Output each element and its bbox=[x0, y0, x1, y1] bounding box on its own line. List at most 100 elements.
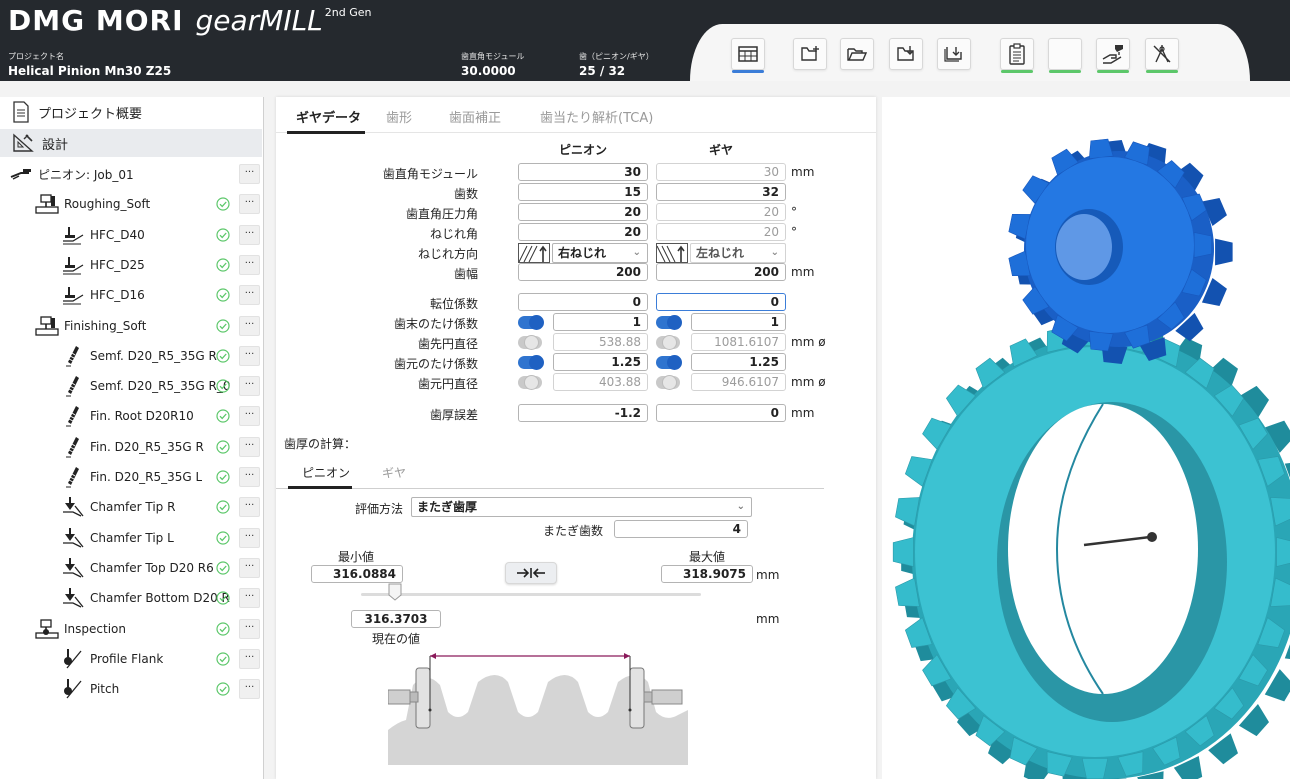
gear-param-input[interactable]: 32 bbox=[656, 183, 786, 201]
tree-item[interactable]: Chamfer Bottom D20 R ··· bbox=[0, 584, 262, 612]
pinion-param-input[interactable]: -1.2 bbox=[518, 404, 648, 422]
tree-item-label: ピニオン: Job_01 bbox=[38, 167, 134, 182]
save-folder-icon bbox=[897, 46, 914, 61]
tree-item[interactable]: Inspection ··· bbox=[0, 615, 262, 643]
pinion-toggle[interactable] bbox=[518, 335, 542, 350]
eval-method-value: またぎ歯厚 bbox=[417, 500, 478, 514]
tree-item[interactable]: Profile Flank ··· bbox=[0, 645, 262, 673]
pinion-param-input[interactable]: 30 bbox=[518, 163, 648, 181]
tree-item-more-button[interactable]: ··· bbox=[239, 557, 260, 578]
span-count-input[interactable]: 4 bbox=[614, 520, 748, 538]
tree-item[interactable]: Fin. Root D20R10 ··· bbox=[0, 402, 262, 430]
tab-tca[interactable]: 歯当たり解析(TCA) bbox=[540, 107, 653, 126]
tree-item-label: Roughing_Soft bbox=[64, 197, 151, 212]
tree-item[interactable]: Pitch ··· bbox=[0, 675, 262, 703]
pinion-toggle[interactable] bbox=[518, 315, 544, 330]
measurement-button[interactable] bbox=[1145, 38, 1179, 73]
tree-item[interactable]: Fin. D20_R5_35G L ··· bbox=[0, 463, 262, 491]
param-unit: mm bbox=[791, 406, 815, 420]
tree-item[interactable]: HFC_D16 ··· bbox=[0, 281, 262, 309]
tree-item[interactable]: Chamfer Tip R ··· bbox=[0, 493, 262, 521]
gear-3d-viewport[interactable] bbox=[882, 97, 1290, 779]
tree-item-more-button[interactable]: ··· bbox=[239, 164, 260, 184]
tree-item-more-button[interactable]: ··· bbox=[239, 527, 260, 548]
blank-tool-button[interactable] bbox=[1048, 38, 1082, 73]
gear-toggle[interactable] bbox=[656, 355, 682, 370]
tree-item-more-button[interactable]: ··· bbox=[239, 376, 260, 397]
pinion-toggle[interactable] bbox=[518, 375, 542, 390]
gear-param-input[interactable]: 200 bbox=[656, 263, 786, 281]
tree-item-more-button[interactable]: ··· bbox=[239, 679, 260, 700]
tab-tooth-profile[interactable]: 歯形 bbox=[386, 107, 412, 126]
subtab-gear[interactable]: ギヤ bbox=[382, 464, 406, 481]
tree-item-more-button[interactable]: ··· bbox=[239, 224, 260, 245]
gear-param-input[interactable]: 0 bbox=[656, 293, 786, 311]
product-generation: 2nd Gen bbox=[324, 6, 372, 19]
pinion-toggle[interactable] bbox=[518, 355, 544, 370]
fit-range-button[interactable] bbox=[505, 562, 557, 584]
open-project-button[interactable] bbox=[840, 38, 874, 70]
tree-item[interactable]: Semf. D20_R5_35G R_0 ··· bbox=[0, 372, 262, 400]
nav-design[interactable]: 設計 bbox=[0, 129, 262, 157]
subtab-pinion[interactable]: ピニオン bbox=[302, 464, 350, 481]
tree-item[interactable]: Finishing_Soft ··· bbox=[0, 312, 262, 340]
gear-param-input: 20 bbox=[656, 223, 786, 241]
tree-item[interactable]: HFC_D40 ··· bbox=[0, 221, 262, 249]
gear-toggle[interactable] bbox=[656, 315, 682, 330]
save-project-button[interactable] bbox=[889, 38, 923, 70]
machining-button[interactable] bbox=[1096, 38, 1130, 73]
nav-project-overview[interactable]: プロジェクト概要 bbox=[0, 98, 262, 126]
report-button[interactable] bbox=[1000, 38, 1034, 73]
tree-item[interactable]: Roughing_Soft ··· bbox=[0, 190, 262, 218]
tree-item-more-button[interactable]: ··· bbox=[239, 315, 260, 336]
tree-item-more-button[interactable]: ··· bbox=[239, 648, 260, 669]
tree-item-more-button[interactable]: ··· bbox=[239, 194, 260, 215]
tree-item[interactable]: Fin. D20_R5_35G R ··· bbox=[0, 433, 262, 461]
tab-flank-correction[interactable]: 歯面補正 bbox=[449, 107, 501, 126]
pinion-helix-direction: 右ねじれ ⌄ bbox=[518, 243, 648, 263]
pinion-helix-select[interactable]: 右ねじれ ⌄ bbox=[552, 243, 648, 263]
tab-gear-data[interactable]: ギヤデータ bbox=[296, 107, 361, 126]
tree-item[interactable]: ピニオン: Job_01 ··· bbox=[0, 160, 262, 188]
pinion-param-input[interactable]: 1 bbox=[553, 313, 648, 331]
eval-method-select[interactable]: またぎ歯厚 ⌄ bbox=[411, 497, 752, 517]
gear-toggle[interactable] bbox=[656, 335, 680, 350]
pinion-param-input[interactable]: 200 bbox=[518, 263, 648, 281]
gear-param-input[interactable]: 1 bbox=[691, 313, 786, 331]
tree-item-more-button[interactable]: ··· bbox=[239, 254, 260, 275]
tree-item-more-button[interactable]: ··· bbox=[239, 436, 260, 457]
gear-param-input[interactable]: 1.25 bbox=[691, 353, 786, 371]
gear-param-input[interactable]: 0 bbox=[656, 404, 786, 422]
thickness-slider-track[interactable] bbox=[361, 593, 701, 596]
tree-item-more-button[interactable]: ··· bbox=[239, 467, 260, 487]
param-label: 歯厚誤差 bbox=[429, 408, 478, 422]
tree-item-more-button[interactable]: ··· bbox=[239, 618, 260, 639]
toggle-knob bbox=[529, 315, 544, 330]
pinion-param-input[interactable]: 1.25 bbox=[553, 353, 648, 371]
pinion-param-input[interactable]: 0 bbox=[518, 293, 648, 311]
tree-item-more-button[interactable]: ··· bbox=[239, 497, 260, 518]
tree-item[interactable]: Chamfer Top D20 R6 ··· bbox=[0, 554, 262, 582]
param-unit: mm bbox=[791, 265, 815, 279]
new-project-button[interactable] bbox=[793, 38, 827, 70]
clipboard-icon bbox=[1009, 43, 1025, 65]
pinion-param-input[interactable]: 20 bbox=[518, 223, 648, 241]
pinion-param-input[interactable]: 20 bbox=[518, 203, 648, 221]
tree-item-label: Pitch bbox=[90, 682, 120, 697]
tree-item[interactable]: Semf. D20_R5_35G R ··· bbox=[0, 342, 262, 370]
tree-item-more-button[interactable]: ··· bbox=[239, 406, 260, 427]
gear-toggle[interactable] bbox=[656, 375, 680, 390]
export-button[interactable] bbox=[937, 38, 971, 70]
tree-item-more-button[interactable]: ··· bbox=[239, 345, 260, 366]
table-view-button[interactable] bbox=[731, 38, 765, 73]
pinion-param-input[interactable]: 15 bbox=[518, 183, 648, 201]
endmill-icon bbox=[60, 345, 86, 367]
tree-item[interactable]: HFC_D25 ··· bbox=[0, 251, 262, 279]
param-label: 歯幅 bbox=[453, 267, 478, 281]
tree-item-more-button[interactable]: ··· bbox=[239, 588, 260, 609]
thickness-slider-thumb[interactable] bbox=[388, 583, 402, 601]
tree-item[interactable]: Chamfer Tip L ··· bbox=[0, 524, 262, 552]
tree-item-more-button[interactable]: ··· bbox=[239, 285, 260, 306]
thickness-subtabs: ピニオン ギヤ bbox=[276, 459, 824, 489]
gear-helix-value: 左ねじれ bbox=[696, 246, 745, 260]
